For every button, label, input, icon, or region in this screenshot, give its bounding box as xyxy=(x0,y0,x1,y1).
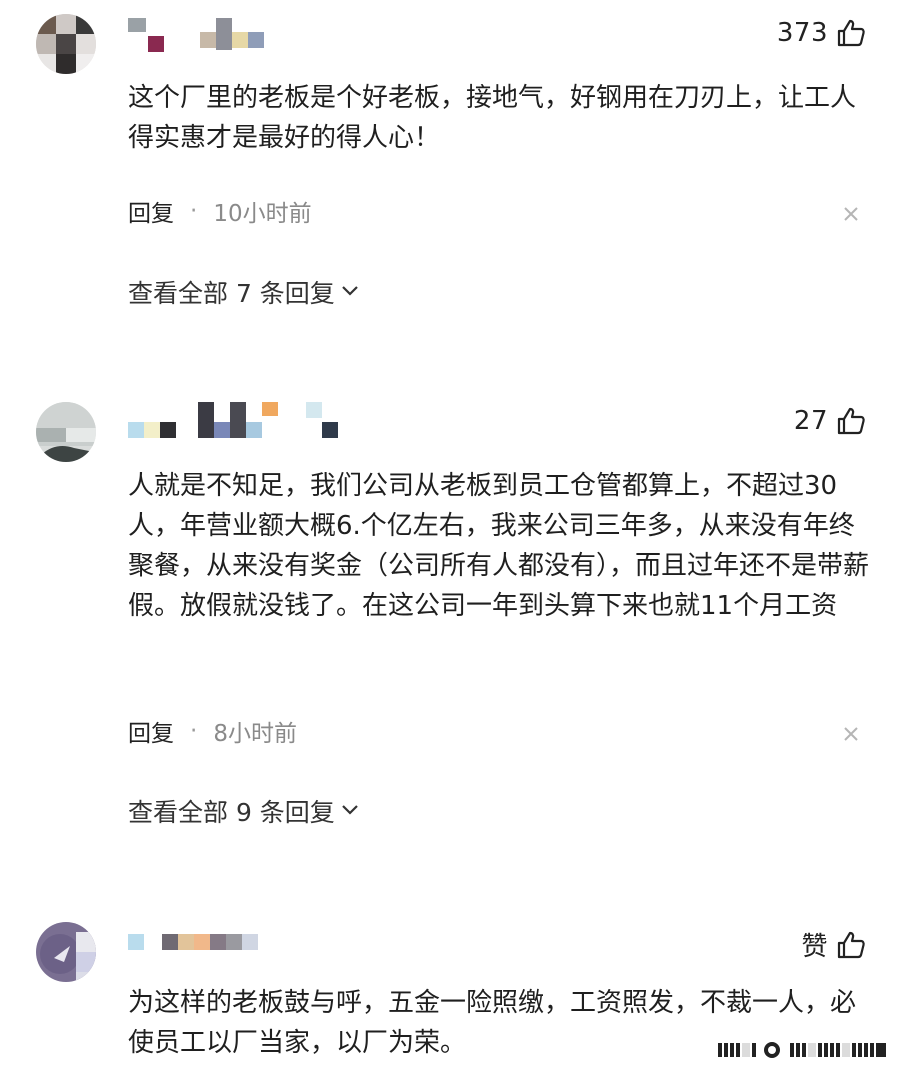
comment-item: 373 这个厂里的老板是个好老板，接地气，好钢用在刀刃上，让工人得实惠才是最好的… xyxy=(0,0,910,330)
view-all-replies-button[interactable]: 查看全部 9 条回复 xyxy=(128,793,361,829)
like-label: 赞 xyxy=(801,932,828,962)
chevron-down-icon xyxy=(339,797,361,826)
view-all-replies-label: 查看全部 7 条回复 xyxy=(128,279,335,308)
reply-button[interactable]: 回复 xyxy=(128,194,174,228)
separator-dot: · xyxy=(190,198,198,224)
like-button[interactable]: 27 xyxy=(794,406,866,436)
avatar[interactable] xyxy=(36,922,96,982)
comment-text: 这个厂里的老板是个好老板，接地气，好钢用在刀刃上，让工人得实惠才是最好的得人心！ xyxy=(128,83,857,153)
reply-button[interactable]: 回复 xyxy=(128,714,174,748)
comment-meta: 回复 · 8小时前 xyxy=(128,714,297,748)
avatar[interactable] xyxy=(36,14,96,74)
username-redacted[interactable] xyxy=(128,934,258,950)
avatar[interactable] xyxy=(36,402,96,462)
view-all-replies-button[interactable]: 查看全部 7 条回复 xyxy=(128,274,361,310)
username-redacted[interactable] xyxy=(128,18,264,52)
thumbs-up-icon xyxy=(836,930,866,960)
like-count: 27 xyxy=(793,406,828,436)
close-icon[interactable] xyxy=(842,725,860,743)
chevron-down-icon xyxy=(339,278,361,307)
watermark xyxy=(718,1040,888,1060)
thumbs-up-icon xyxy=(836,406,866,436)
username-redacted[interactable] xyxy=(128,402,338,438)
view-all-replies-label: 查看全部 9 条回复 xyxy=(128,798,335,827)
close-icon[interactable] xyxy=(842,205,860,223)
like-button[interactable]: 373 xyxy=(777,18,866,48)
timestamp: 8小时前 xyxy=(213,721,297,747)
timestamp: 10小时前 xyxy=(213,201,312,227)
like-button[interactable]: 赞 xyxy=(801,926,866,963)
comment-item: 27 人就是不知足，我们公司从老板到员工仓管都算上，不超过30人，年营业额大概6… xyxy=(0,380,910,860)
comment-meta: 回复 · 10小时前 xyxy=(128,194,312,228)
like-count: 373 xyxy=(776,18,828,48)
comment-text: 人就是不知足，我们公司从老板到员工仓管都算上，不超过30人，年营业额大概6.个亿… xyxy=(128,471,870,621)
separator-dot: · xyxy=(190,718,198,744)
thumbs-up-icon xyxy=(836,18,866,48)
